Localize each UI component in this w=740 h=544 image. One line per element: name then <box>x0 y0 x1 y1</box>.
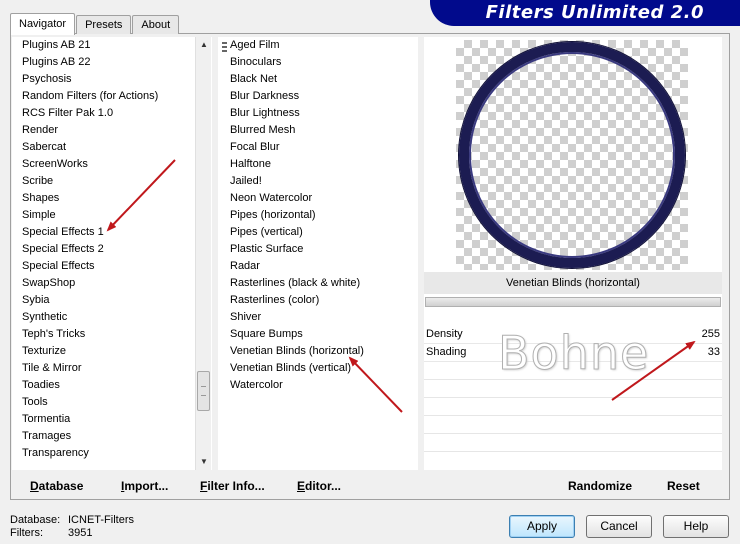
import-button[interactable]: Import... <box>121 479 168 493</box>
filter-list-item[interactable]: Binoculars <box>218 54 418 71</box>
tab-presets[interactable]: Presets <box>76 15 132 34</box>
filter-list-item[interactable]: Halftone <box>218 156 418 173</box>
cancel-button[interactable]: Cancel <box>586 515 652 538</box>
preview-ring-image <box>459 42 685 268</box>
param-divider <box>424 451 722 452</box>
list-grip-icon <box>222 42 227 52</box>
filters-status-label: Filters: <box>10 527 43 539</box>
category-list-item[interactable]: Special Effects <box>12 258 212 275</box>
param-density-label: Density <box>426 328 463 340</box>
randomize-button[interactable]: Randomize <box>568 479 632 493</box>
tab-navigator[interactable]: Navigator <box>10 13 76 35</box>
category-list-item[interactable]: Tramages <box>12 428 212 445</box>
filter-list-item[interactable]: Pipes (vertical) <box>218 224 418 241</box>
category-list-item[interactable]: ScreenWorks <box>12 156 212 173</box>
category-list-item[interactable]: RCS Filter Pak 1.0 <box>12 105 212 122</box>
category-list-item[interactable]: Special Effects 2 <box>12 241 212 258</box>
category-list-item[interactable]: Transparency <box>12 445 212 462</box>
category-list-item[interactable]: Toadies <box>12 377 212 394</box>
param-density-value[interactable]: 255 <box>702 328 720 340</box>
editor-button[interactable]: Editor... <box>297 479 341 493</box>
filter-list-item[interactable]: Blur Darkness <box>218 88 418 105</box>
category-list-item[interactable]: Tile & Mirror <box>12 360 212 377</box>
database-status-value: ICNET-Filters <box>68 514 134 526</box>
filter-list-item[interactable]: Radar <box>218 258 418 275</box>
filter-list-item[interactable]: Shiver <box>218 309 418 326</box>
filters-status-value: 3951 <box>68 527 93 539</box>
category-list-item[interactable]: Shapes <box>12 190 212 207</box>
progress-bar <box>425 297 721 307</box>
category-list[interactable]: Plugins AB 21 Plugins AB 22 Psychosis Rando… <box>12 37 212 470</box>
filter-list-item[interactable]: Venetian Blinds (horizontal) <box>218 343 418 360</box>
param-divider <box>424 397 722 398</box>
selected-filter-name: Venetian Blinds (horizontal) <box>424 272 722 294</box>
filters-unlimited-banner: Filters Unlimited 2.0 <box>430 0 740 26</box>
filter-list-item[interactable]: Jailed! <box>218 173 418 190</box>
category-list-item[interactable]: Simple <box>12 207 212 224</box>
category-list-item[interactable]: Plugins AB 21 <box>12 37 212 54</box>
category-list-item[interactable]: Tools <box>12 394 212 411</box>
filter-list[interactable]: Aged Film Binoculars Black Net Blur Darknes… <box>218 37 418 470</box>
filter-list-item[interactable]: Square Bumps <box>218 326 418 343</box>
category-list-item[interactable]: Plugins AB 22 <box>12 54 212 71</box>
tab-bar: Navigator Presets About <box>10 12 180 35</box>
apply-button[interactable]: Apply <box>509 515 575 538</box>
filter-list-item[interactable]: Rasterlines (color) <box>218 292 418 309</box>
filter-list-item[interactable]: Neon Watercolor <box>218 190 418 207</box>
filter-list-item[interactable]: Pipes (horizontal) <box>218 207 418 224</box>
category-list-item[interactable]: Synthetic <box>12 309 212 326</box>
category-list-item[interactable]: Sybia <box>12 292 212 309</box>
watermark-text: Bohne <box>497 326 650 381</box>
category-list-item[interactable]: Texturize <box>12 343 212 360</box>
database-status-label: Database: <box>10 514 61 526</box>
param-divider <box>424 415 722 416</box>
database-button[interactable]: Database <box>30 479 83 493</box>
param-shading-label: Shading <box>426 346 467 358</box>
category-list-item[interactable]: Scribe <box>12 173 212 190</box>
reset-button[interactable]: Reset <box>667 479 700 493</box>
category-scrollbar[interactable]: ▲ ▼ <box>195 37 211 470</box>
filter-list-item[interactable]: Rasterlines (black & white) <box>218 275 418 292</box>
filter-list-item[interactable]: Aged Film <box>218 37 418 54</box>
help-button[interactable]: Help <box>663 515 729 538</box>
filter-preview <box>456 40 688 270</box>
category-list-item[interactable]: Teph's Tricks <box>12 326 212 343</box>
filter-list-item[interactable]: Watercolor <box>218 377 418 394</box>
category-list-item[interactable]: SwapShop <box>12 275 212 292</box>
scroll-up-arrow-icon[interactable]: ▲ <box>196 37 212 53</box>
category-list-item[interactable]: Special Effects 1 <box>12 224 212 241</box>
scroll-thumb[interactable] <box>197 371 210 411</box>
filter-list-item[interactable]: Venetian Blinds (vertical) <box>218 360 418 377</box>
banner-title: Filters Unlimited 2.0 <box>485 2 704 23</box>
category-list-item[interactable]: Render <box>12 122 212 139</box>
bottom-toolbar: Database Import... Filter Info... Editor… <box>12 474 722 498</box>
category-list-item[interactable]: Random Filters (for Actions) <box>12 88 212 105</box>
filter-list-item[interactable]: Black Net <box>218 71 418 88</box>
filter-list-item[interactable]: Plastic Surface <box>218 241 418 258</box>
scroll-down-arrow-icon[interactable]: ▼ <box>196 454 212 470</box>
param-shading-value[interactable]: 33 <box>708 346 720 358</box>
filter-list-item[interactable]: Focal Blur <box>218 139 418 156</box>
filter-list-item[interactable]: Blur Lightness <box>218 105 418 122</box>
tab-about[interactable]: About <box>132 15 180 34</box>
category-list-item[interactable]: Tormentia <box>12 411 212 428</box>
category-list-item[interactable]: Psychosis <box>12 71 212 88</box>
status-info: Database: ICNET-Filters Filters: 3951 <box>10 514 134 540</box>
param-divider <box>424 433 722 434</box>
category-list-item[interactable]: Sabercat <box>12 139 212 156</box>
filter-info-button[interactable]: Filter Info... <box>200 479 265 493</box>
filter-list-item[interactable]: Blurred Mesh <box>218 122 418 139</box>
